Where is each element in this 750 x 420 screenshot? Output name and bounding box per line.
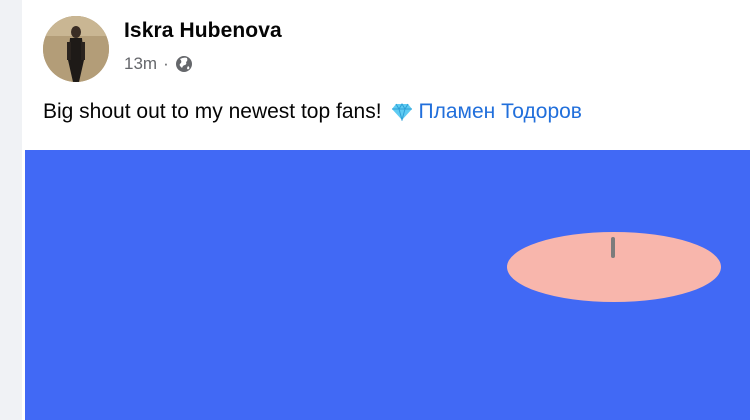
post-meta: 13m · <box>124 54 193 74</box>
diamond-icon <box>391 103 413 122</box>
avatar-photo <box>43 16 109 82</box>
avatar[interactable] <box>43 16 109 82</box>
tagged-user-link[interactable]: Пламен Тодоров <box>419 100 582 124</box>
author-name[interactable]: Iskra Hubenova <box>124 19 282 43</box>
post-message: Big shout out to my newest top fans! <box>43 100 382 123</box>
globe-icon[interactable] <box>175 55 193 73</box>
post-text: Big shout out to my newest top fans! Пла… <box>43 100 582 124</box>
shape-mark <box>611 237 615 258</box>
post-time[interactable]: 13m <box>124 54 157 74</box>
post-card: Iskra Hubenova 13m · Big shout out to my… <box>22 0 750 420</box>
meta-separator: · <box>163 54 169 73</box>
